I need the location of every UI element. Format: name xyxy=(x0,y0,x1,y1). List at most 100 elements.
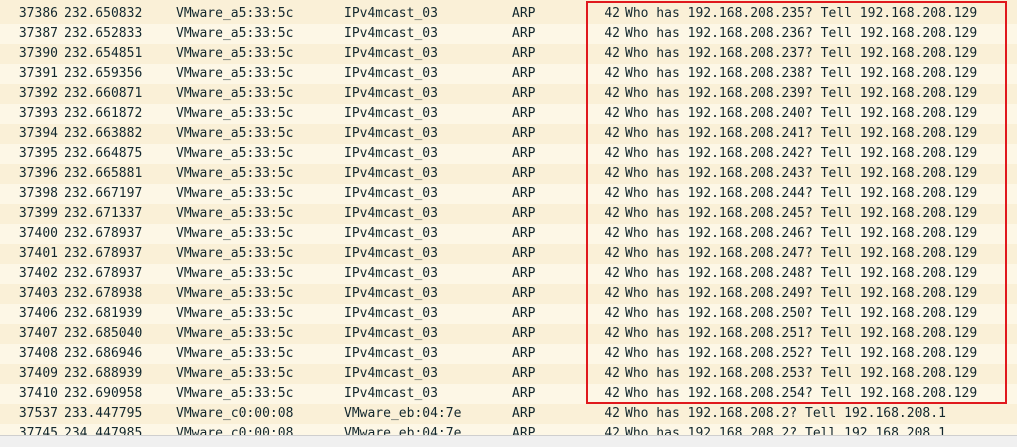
packet-length: 42 xyxy=(604,26,620,41)
packet-info: Who has 192.168.208.244? Tell 192.168.20… xyxy=(625,186,978,201)
packet-time: 232.650832 xyxy=(64,6,143,21)
packet-length: 42 xyxy=(604,186,620,201)
packet-info: Who has 192.168.208.248? Tell 192.168.20… xyxy=(625,266,978,281)
packet-source: VMware_a5:33:5c xyxy=(176,26,294,41)
packet-info: Who has 192.168.208.249? Tell 192.168.20… xyxy=(625,286,978,301)
packet-number: 37390 xyxy=(18,46,58,61)
packet-row[interactable]: 37402 232.678937 VMware_a5:33:5c IPv4mcast_… xyxy=(0,264,1017,284)
packet-protocol: ARP xyxy=(512,66,536,81)
packet-protocol: ARP xyxy=(512,226,536,241)
packet-row[interactable]: 37393 232.661872 VMware_a5:33:5c IPv4mcast_… xyxy=(0,104,1017,124)
packet-info: Who has 192.168.208.252? Tell 192.168.20… xyxy=(625,346,978,361)
packet-destination: IPv4mcast_03 xyxy=(344,386,438,401)
packet-length: 42 xyxy=(604,286,620,301)
packet-row[interactable]: 37394 232.663882 VMware_a5:33:5c IPv4mcast_… xyxy=(0,124,1017,144)
packet-number: 37410 xyxy=(18,386,58,401)
packet-destination: IPv4mcast_03 xyxy=(344,366,438,381)
packet-row[interactable]: 37403 232.678938 VMware_a5:33:5c IPv4mcast_… xyxy=(0,284,1017,304)
packet-protocol: ARP xyxy=(512,126,536,141)
packet-protocol: ARP xyxy=(512,306,536,321)
packet-row[interactable]: 37408 232.686946 VMware_a5:33:5c IPv4mcast_… xyxy=(0,344,1017,364)
packet-destination: IPv4mcast_03 xyxy=(344,266,438,281)
packet-length: 42 xyxy=(604,6,620,21)
packet-protocol: ARP xyxy=(512,206,536,221)
packet-length: 42 xyxy=(604,206,620,221)
packet-time: 232.686946 xyxy=(64,346,143,361)
packet-row[interactable]: 37392 232.660871 VMware_a5:33:5c IPv4mcast_… xyxy=(0,84,1017,104)
packet-protocol: ARP xyxy=(512,106,536,121)
packet-row[interactable]: 37395 232.664875 VMware_a5:33:5c IPv4mcast_… xyxy=(0,144,1017,164)
packet-row[interactable]: 37391 232.659356 VMware_a5:33:5c IPv4mcast_… xyxy=(0,64,1017,84)
packet-row[interactable]: 37387 232.652833 VMware_a5:33:5c IPv4mcast_… xyxy=(0,24,1017,44)
packet-time: 232.663882 xyxy=(64,126,143,141)
packet-number: 37392 xyxy=(18,86,58,101)
packet-time: 234.447985 xyxy=(64,426,143,435)
packet-row[interactable]: 37537 233.447795 VMware_c0:00:08 VMware_eb:… xyxy=(0,404,1017,424)
packet-row[interactable]: 37745 234.447985 VMware_c0:00:08 VMware_eb:… xyxy=(0,424,1017,435)
packet-row[interactable]: 37390 232.654851 VMware_a5:33:5c IPv4mcast_… xyxy=(0,44,1017,64)
packet-source: VMware_a5:33:5c xyxy=(176,86,294,101)
packet-protocol: ARP xyxy=(512,346,536,361)
packet-protocol: ARP xyxy=(512,426,536,435)
packet-number: 37399 xyxy=(18,206,58,221)
packet-destination: IPv4mcast_03 xyxy=(344,206,438,221)
packet-time: 232.681939 xyxy=(64,306,143,321)
packet-time: 232.665881 xyxy=(64,166,143,181)
packet-protocol: ARP xyxy=(512,26,536,41)
packet-destination: IPv4mcast_03 xyxy=(344,246,438,261)
packet-length: 42 xyxy=(604,106,620,121)
packet-info: Who has 192.168.208.253? Tell 192.168.20… xyxy=(625,366,978,381)
packet-info: Who has 192.168.208.239? Tell 192.168.20… xyxy=(625,86,978,101)
packet-row[interactable]: 37410 232.690958 VMware_a5:33:5c IPv4mcast_… xyxy=(0,384,1017,404)
packet-destination: IPv4mcast_03 xyxy=(344,146,438,161)
packet-list[interactable]: 37386 232.650832 VMware_a5:33:5c IPv4mcast_… xyxy=(0,0,1017,435)
packet-length: 42 xyxy=(604,426,620,435)
packet-time: 232.660871 xyxy=(64,86,143,101)
packet-info: Who has 192.168.208.2? Tell 192.168.208.… xyxy=(625,426,946,435)
packet-source: VMware_a5:33:5c xyxy=(176,306,294,321)
packet-number: 37400 xyxy=(18,226,58,241)
packet-number: 37407 xyxy=(18,326,58,341)
packet-info: Who has 192.168.208.246? Tell 192.168.20… xyxy=(625,226,978,241)
packet-source: VMware_a5:33:5c xyxy=(176,46,294,61)
packet-length: 42 xyxy=(604,366,620,381)
packet-number: 37408 xyxy=(18,346,58,361)
packet-row[interactable]: 37401 232.678937 VMware_a5:33:5c IPv4mcast_… xyxy=(0,244,1017,264)
packet-length: 42 xyxy=(604,406,620,421)
packet-row[interactable]: 37409 232.688939 VMware_a5:33:5c IPv4mcast_… xyxy=(0,364,1017,384)
packet-time: 232.678938 xyxy=(64,286,143,301)
packet-number: 37745 xyxy=(18,426,58,435)
packet-row[interactable]: 37400 232.678937 VMware_a5:33:5c IPv4mcast_… xyxy=(0,224,1017,244)
packet-number: 37396 xyxy=(18,166,58,181)
packet-source: VMware_a5:33:5c xyxy=(176,146,294,161)
packet-source: VMware_c0:00:08 xyxy=(176,406,294,421)
packet-number: 37394 xyxy=(18,126,58,141)
packet-row[interactable]: 37407 232.685040 VMware_a5:33:5c IPv4mcast_… xyxy=(0,324,1017,344)
packet-source: VMware_a5:33:5c xyxy=(176,366,294,381)
packet-number: 37409 xyxy=(18,366,58,381)
packet-time: 232.664875 xyxy=(64,146,143,161)
packet-info: Who has 192.168.208.2? Tell 192.168.208.… xyxy=(625,406,946,421)
packet-destination: IPv4mcast_03 xyxy=(344,346,438,361)
packet-destination: IPv4mcast_03 xyxy=(344,226,438,241)
packet-protocol: ARP xyxy=(512,166,536,181)
packet-destination: IPv4mcast_03 xyxy=(344,26,438,41)
packet-source: VMware_a5:33:5c xyxy=(176,286,294,301)
packet-row[interactable]: 37406 232.681939 VMware_a5:33:5c IPv4mcast_… xyxy=(0,304,1017,324)
horizontal-scrollbar[interactable] xyxy=(0,435,1017,447)
packet-length: 42 xyxy=(604,126,620,141)
packet-row[interactable]: 37396 232.665881 VMware_a5:33:5c IPv4mcast_… xyxy=(0,164,1017,184)
packet-row[interactable]: 37399 232.671337 VMware_a5:33:5c IPv4mcast_… xyxy=(0,204,1017,224)
packet-row[interactable]: 37386 232.650832 VMware_a5:33:5c IPv4mcast_… xyxy=(0,4,1017,24)
packet-number: 37391 xyxy=(18,66,58,81)
packet-time: 232.667197 xyxy=(64,186,143,201)
packet-time: 232.659356 xyxy=(64,66,143,81)
packet-length: 42 xyxy=(604,306,620,321)
packet-protocol: ARP xyxy=(512,246,536,261)
packet-row[interactable]: 37398 232.667197 VMware_a5:33:5c IPv4mcast_… xyxy=(0,184,1017,204)
packet-protocol: ARP xyxy=(512,186,536,201)
packet-length: 42 xyxy=(604,246,620,261)
packet-source: VMware_a5:33:5c xyxy=(176,326,294,341)
packet-destination: IPv4mcast_03 xyxy=(344,86,438,101)
packet-time: 233.447795 xyxy=(64,406,143,421)
